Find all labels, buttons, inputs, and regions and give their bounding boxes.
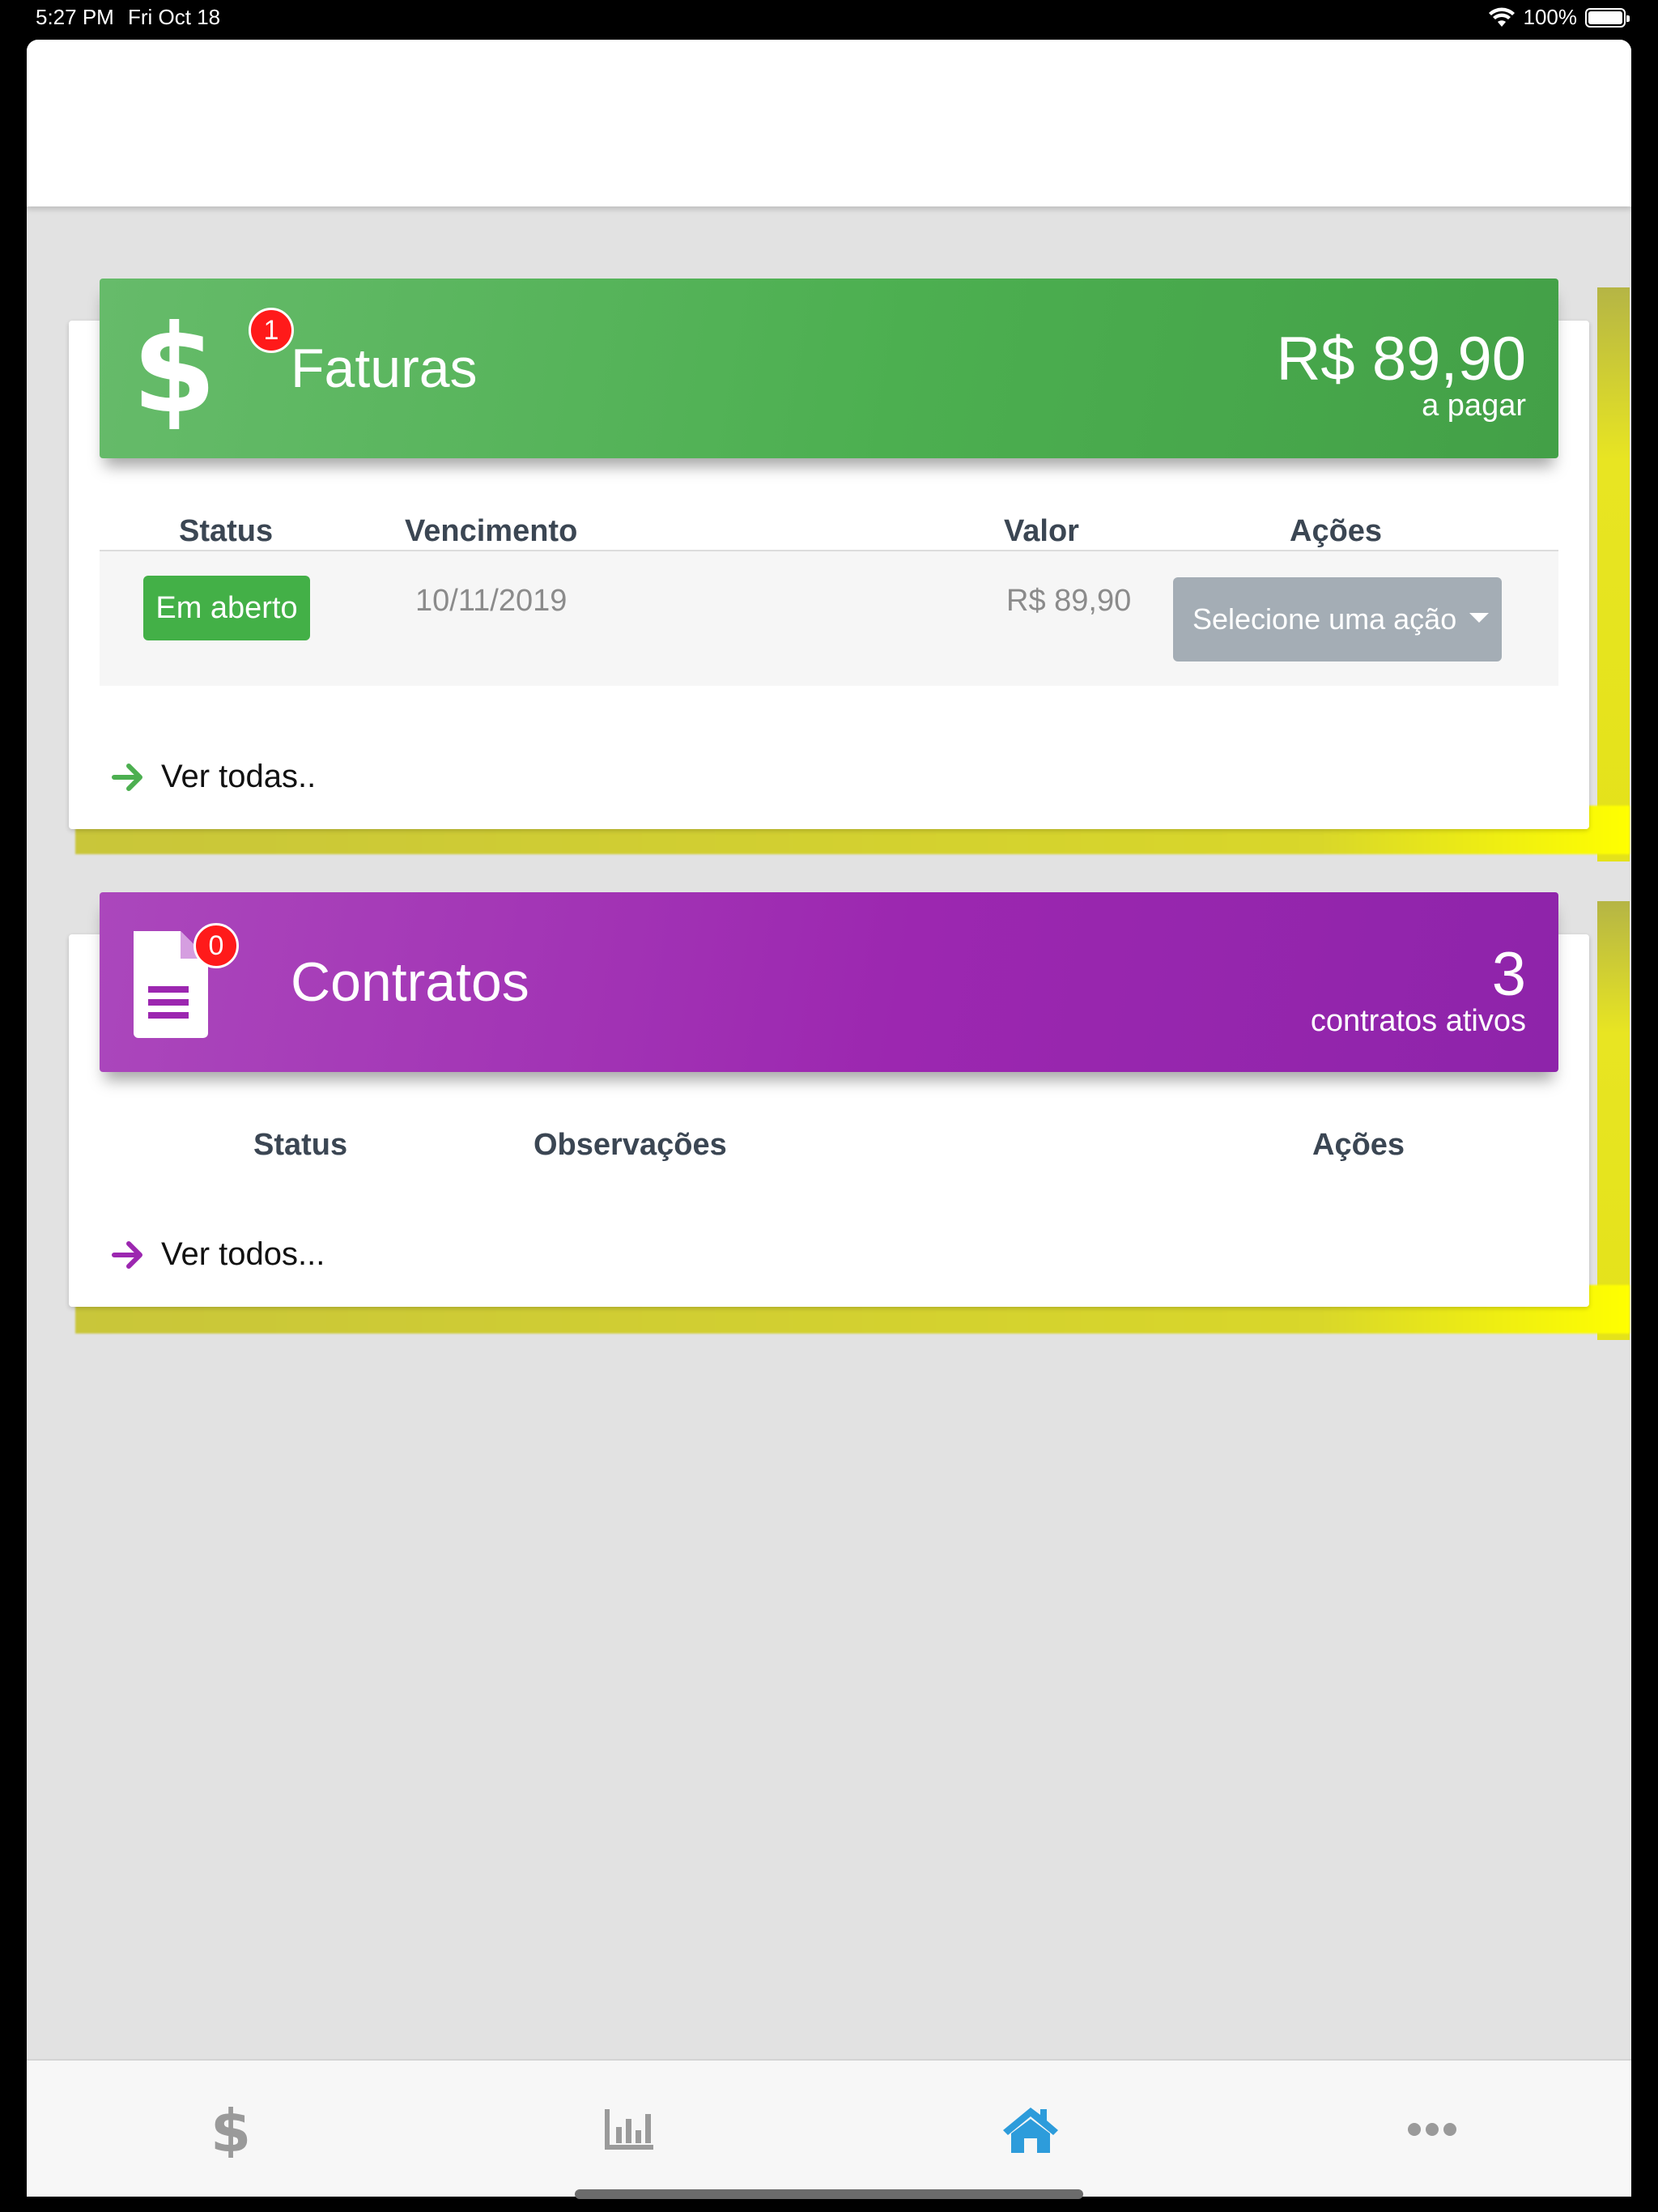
status-date: Fri Oct 18 <box>128 5 221 29</box>
chevron-down-icon <box>1469 613 1489 623</box>
column-header-acoes: Ações <box>1290 514 1383 548</box>
ver-todos-link[interactable]: Ver todos... <box>111 1236 325 1273</box>
cell-vencimento: 10/11/2019 <box>415 584 568 618</box>
faturas-table-header: Status Vencimento Valor Ações <box>100 509 1558 551</box>
tab-graficos[interactable] <box>428 2061 830 2197</box>
battery-icon <box>1585 7 1630 28</box>
column-header-acoes: Ações <box>1312 1128 1405 1162</box>
faturas-amount-block: R$ 89,90 a pagar <box>1276 325 1526 423</box>
dollar-icon: $ <box>210 2101 248 2158</box>
more-icon <box>1408 2123 1456 2136</box>
status-right: 100% <box>1488 5 1630 30</box>
tab-more[interactable] <box>1231 2061 1631 2197</box>
faturas-title: Faturas <box>291 338 478 399</box>
column-header-vencimento: Vencimento <box>405 514 578 548</box>
battery-percent: 100% <box>1523 5 1578 29</box>
ver-todas-link[interactable]: Ver todas.. <box>111 759 316 795</box>
tab-faturas[interactable]: $ <box>27 2061 428 2197</box>
svg-text:$: $ <box>210 2101 248 2158</box>
contratos-card: 0 Contratos 3 contratos ativos Status Ob… <box>43 856 1630 1340</box>
top-header <box>27 40 1631 206</box>
faturas-amount-caption: a pagar <box>1422 389 1526 423</box>
contratos-count-caption: contratos ativos <box>1310 1004 1526 1038</box>
faturas-badge: 1 <box>249 308 294 353</box>
action-select-label: Selecione uma ação <box>1192 602 1457 636</box>
column-header-status: Status <box>253 1128 348 1162</box>
wifi-icon <box>1488 7 1515 27</box>
status-bar: 5:27 PM Fri Oct 18 100% <box>0 0 1658 39</box>
arrow-right-icon <box>112 763 142 791</box>
column-header-observacoes: Observações <box>534 1128 727 1162</box>
tab-bar: $ <box>27 2059 1631 2197</box>
faturas-header[interactable]: $ 1 Faturas R$ 89,90 a pagar <box>100 279 1558 458</box>
contratos-count: 3 <box>1491 940 1526 1009</box>
contratos-table-header: Status Observações Ações <box>100 1123 1558 1165</box>
app-window: $ 1 Faturas R$ 89,90 a pagar Status Venc… <box>27 40 1631 2197</box>
card-decoration <box>1597 287 1630 861</box>
ver-todas-label: Ver todas.. <box>161 759 317 794</box>
home-indicator <box>575 2189 1083 2199</box>
contratos-header[interactable]: 0 Contratos 3 contratos ativos <box>100 892 1558 1072</box>
svg-text:$: $ <box>132 308 213 429</box>
column-header-status: Status <box>179 514 274 548</box>
status-time: 5:27 PM <box>36 5 114 29</box>
contratos-count-block: 3 contratos ativos <box>1310 940 1526 1038</box>
home-icon <box>1003 2108 1058 2153</box>
contratos-title: Contratos <box>291 951 529 1013</box>
action-select[interactable]: Selecione uma ação <box>1173 577 1502 661</box>
faturas-card: $ 1 Faturas R$ 89,90 a pagar Status Venc… <box>43 242 1630 861</box>
table-row: Em aberto 10/11/2019 R$ 89,90 Selecione … <box>100 551 1558 686</box>
status-badge: Em aberto <box>143 576 310 640</box>
contratos-badge: 0 <box>193 923 239 968</box>
arrow-right-icon <box>112 1240 142 1269</box>
dollar-icon: $ <box>132 308 213 429</box>
card-decoration <box>1597 901 1630 1340</box>
faturas-amount: R$ 89,90 <box>1276 325 1526 393</box>
cell-valor: R$ 89,90 <box>1006 584 1132 618</box>
ver-todos-label: Ver todos... <box>161 1236 325 1272</box>
bar-chart-icon <box>605 2109 653 2150</box>
tab-home[interactable] <box>830 2061 1231 2197</box>
column-header-valor: Valor <box>1004 514 1079 548</box>
